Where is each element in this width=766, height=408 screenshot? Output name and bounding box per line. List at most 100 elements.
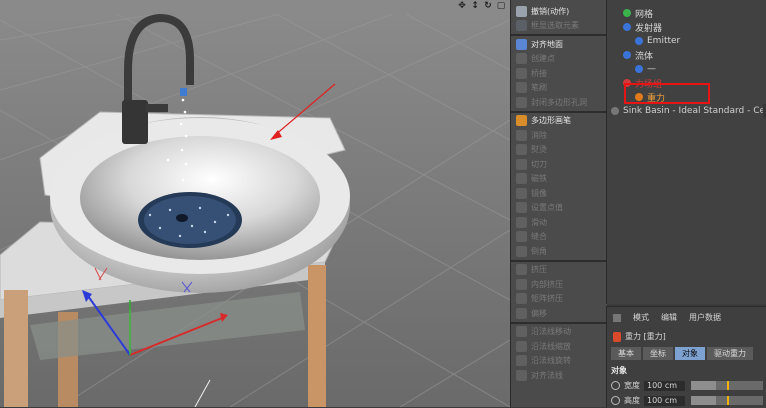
viewport-header [0, 0, 510, 14]
object-label: — [647, 64, 656, 74]
param-slider-fill [691, 381, 717, 390]
menu-item-0[interactable]: 撤销(动作) [513, 4, 605, 18]
attribute-object-name: 重力 [重力] [625, 332, 666, 341]
viewport-scene [0, 0, 510, 407]
object-type-icon [623, 51, 631, 59]
object-row[interactable]: 网格 [607, 6, 766, 20]
menu-item-icon [516, 326, 527, 337]
menu-item-label: 缝合 [531, 232, 547, 241]
param-anim-toggle[interactable] [611, 396, 620, 405]
menu-item-14[interactable]: 滑动 [513, 215, 605, 229]
menu-item-12[interactable]: 镜像 [513, 186, 605, 200]
param-value-field[interactable]: 100 cm [644, 395, 685, 406]
rotate-view-icon[interactable]: ↻ [483, 1, 493, 11]
object-type-icon [611, 107, 619, 115]
menu-item-16[interactable]: 倒角 [513, 244, 605, 258]
attribute-object-title: 重力 [重力] [613, 331, 666, 342]
menu-item-4[interactable]: 桥接 [513, 66, 605, 80]
param-row: 宽度 100 cm [611, 379, 763, 392]
param-row: 高度 100 cm [611, 394, 763, 407]
menu-item-2[interactable]: 对齐地面 [513, 37, 605, 51]
object-type-icon [623, 23, 631, 31]
menu-item-3[interactable]: 创建点 [513, 52, 605, 66]
menu-item-label: 熨烫 [531, 145, 547, 154]
menu-item-icon [516, 38, 527, 50]
param-slider[interactable] [691, 396, 763, 405]
object-row[interactable]: 流体 [607, 48, 766, 62]
attr-grid-icon[interactable] [613, 313, 621, 322]
menu-item-label: 沿法线旋转 [531, 356, 571, 365]
move-view-icon[interactable]: ✥ [457, 1, 467, 11]
menu-item-label: 消除 [531, 130, 547, 140]
menu-item-label: 多边形画笔 [531, 116, 571, 125]
object-type-icon [623, 9, 631, 17]
menu-item-label: 对齐地面 [531, 39, 563, 49]
object-row[interactable]: Sink Basin - Ideal Standard - Celia 02 [607, 104, 766, 118]
attribute-tab[interactable]: 驱动重力 [707, 347, 753, 360]
menu-item-label: 对齐法线 [531, 370, 563, 380]
menu-item-21[interactable]: 沿法线移动 [513, 325, 605, 339]
menu-item-label: 创建点 [531, 54, 555, 63]
menu-item-1[interactable]: 框显选取元素 [513, 19, 605, 33]
menu-item-8[interactable]: 消除 [513, 128, 605, 142]
menu-item-19[interactable]: 矩阵挤压 [513, 292, 605, 306]
menu-item-11[interactable]: 磁铁 [513, 172, 605, 186]
menu-item-icon [516, 355, 527, 366]
menu-item-icon [516, 216, 527, 228]
object-label: 流体 [635, 51, 654, 62]
menu-item-icon [516, 115, 527, 126]
menu-separator [511, 110, 607, 113]
attribute-tab[interactable]: 坐标 [643, 347, 673, 360]
attribute-section-title: 对象 [611, 366, 627, 375]
menu-item-label: 镜像 [531, 188, 547, 198]
object-row[interactable]: Emitter [607, 34, 766, 48]
menu-item-10[interactable]: 切刀 [513, 157, 605, 171]
menu-item-label: 沿法线缩放 [531, 341, 571, 351]
menu-item-15[interactable]: 缝合 [513, 230, 605, 244]
param-anim-toggle[interactable] [611, 381, 620, 390]
menu-item-17[interactable]: 挤压 [513, 263, 605, 277]
maximize-view-icon[interactable]: ▢ [496, 1, 506, 11]
attribute-tab[interactable]: 对象 [675, 347, 705, 360]
menu-item-18[interactable]: 内部挤压 [513, 277, 605, 291]
object-type-icon [635, 37, 643, 45]
gravity-highlight-box [624, 83, 710, 104]
menu-item-24[interactable]: 对齐法线 [513, 368, 605, 382]
menu-item-13[interactable]: 设置点值 [513, 201, 605, 215]
menu-item-23[interactable]: 沿法线旋转 [513, 354, 605, 368]
menu-item-label: 矩阵挤压 [531, 294, 563, 303]
menu-item-label: 偏移 [531, 308, 547, 318]
menu-item-icon [516, 20, 527, 31]
menu-item-label: 滑动 [531, 217, 547, 227]
object-row[interactable]: — [607, 62, 766, 76]
attr-menu-userdata[interactable]: 用户数据 [689, 312, 721, 323]
viewport[interactable]: ✥ ↕ ↻ ▢ [0, 0, 510, 407]
attribute-tab[interactable]: 基本 [611, 347, 641, 360]
param-value: 100 cm [647, 381, 678, 390]
object-label: 发射器 [635, 23, 663, 34]
menu-item-label: 桥接 [531, 68, 547, 78]
object-label: Emitter [647, 36, 681, 46]
param-value: 100 cm [647, 396, 678, 405]
menu-item-20[interactable]: 偏移 [513, 306, 605, 320]
param-slider-fill [691, 396, 717, 405]
menu-item-icon [516, 129, 527, 141]
menu-item-icon [516, 369, 527, 381]
object-manager[interactable]: 网格 发射器 Emitter 流体 — 力场组 重力 Sink Basin - Ideal S… [606, 0, 766, 304]
menu-item-icon [516, 245, 527, 257]
param-slider[interactable] [691, 381, 763, 390]
attr-menu-edit[interactable]: 编辑 [661, 312, 677, 323]
command-menu: 撤销(动作) 框显选取元素对齐地面创建点桥接笔刷 封闭多边形孔洞多边形画笔消除熨烫切… [510, 0, 607, 407]
menu-item-9[interactable]: 熨烫 [513, 143, 605, 157]
attr-menu-mode[interactable]: 模式 [633, 312, 649, 323]
object-row[interactable]: 发射器 [607, 20, 766, 34]
menu-item-icon [516, 293, 527, 304]
zoom-view-icon[interactable]: ↕ [470, 1, 480, 11]
menu-item-icon [516, 144, 527, 155]
menu-item-22[interactable]: 沿法线缩放 [513, 339, 605, 353]
menu-item-5[interactable]: 笔刷 [513, 81, 605, 95]
param-value-field[interactable]: 100 cm [644, 380, 685, 391]
menu-item-label: 挤压 [531, 265, 547, 274]
menu-item-6[interactable]: 封闭多边形孔洞 [513, 95, 605, 109]
menu-item-7[interactable]: 多边形画笔 [513, 114, 605, 128]
